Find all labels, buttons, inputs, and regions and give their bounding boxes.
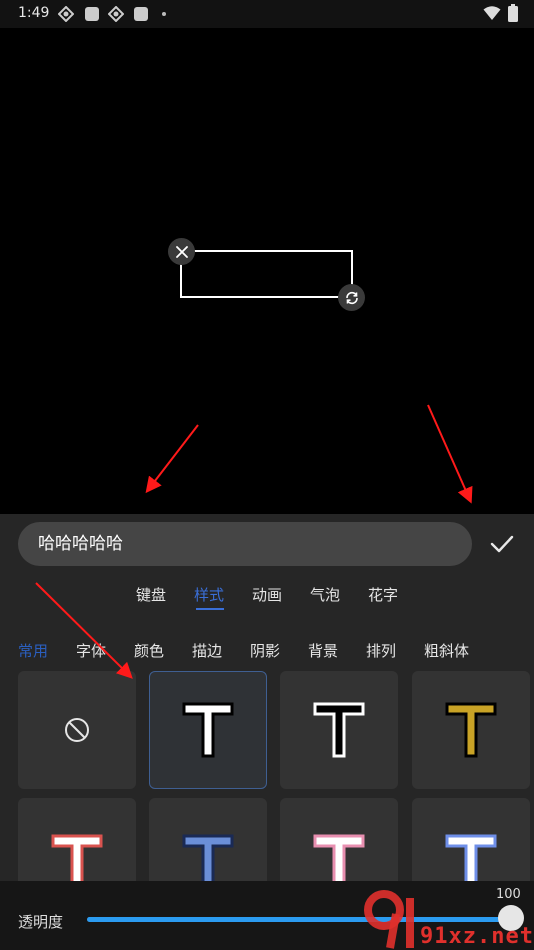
rotate-scale-handle[interactable]	[338, 284, 365, 311]
style-tile-red-outline-t[interactable]	[18, 798, 136, 888]
text-input[interactable]	[18, 522, 472, 566]
app-notification-icon	[58, 6, 74, 22]
style-tile-black-t[interactable]	[280, 671, 398, 789]
subtab-color[interactable]: 颜色	[134, 640, 164, 661]
status-time: 1:49	[18, 5, 50, 21]
style-tile-blue-t[interactable]	[149, 798, 267, 888]
t-style-icon	[182, 702, 234, 758]
app-notification-icon	[134, 7, 148, 21]
confirm-button[interactable]	[486, 528, 518, 560]
app-notification-icon	[108, 6, 124, 22]
t-style-icon	[313, 834, 365, 888]
main-tab-bar: 键盘 样式 动画 气泡 花字	[0, 580, 534, 612]
delete-sticker-button[interactable]	[168, 238, 195, 265]
text-sticker-box[interactable]	[180, 250, 353, 298]
active-tab-indicator	[196, 608, 224, 610]
opacity-slider-fill	[87, 917, 510, 922]
no-style-icon	[65, 718, 89, 742]
opacity-slider[interactable]	[87, 917, 510, 922]
opacity-slider-thumb[interactable]	[498, 905, 524, 931]
style-tile-gold-t[interactable]	[412, 671, 530, 789]
tab-animation[interactable]: 动画	[252, 584, 282, 605]
style-sub-tab-bar: 常用 字体 颜色 描边 阴影 背景 排列 粗斜体	[0, 638, 534, 662]
tab-bubble[interactable]: 气泡	[310, 584, 340, 605]
style-tile-none[interactable]	[18, 671, 136, 789]
opacity-label: 透明度	[18, 913, 64, 931]
subtab-stroke[interactable]: 描边	[192, 640, 222, 661]
style-tile-white-t[interactable]	[149, 671, 267, 789]
t-style-icon	[445, 702, 497, 758]
subtab-font[interactable]: 字体	[76, 640, 106, 661]
battery-icon	[508, 4, 518, 22]
close-icon	[175, 245, 188, 258]
subtab-bold-italic[interactable]: 粗斜体	[424, 640, 469, 661]
checkmark-icon	[490, 535, 514, 553]
status-bar: 1:49	[0, 0, 534, 28]
style-tile-glow-blue-t[interactable]	[412, 798, 530, 888]
rotate-icon	[345, 291, 358, 304]
t-style-icon	[445, 834, 497, 888]
style-tile-pink-outline-t[interactable]	[280, 798, 398, 888]
subtab-common[interactable]: 常用	[18, 640, 48, 661]
t-style-icon	[51, 834, 103, 888]
opacity-value: 100	[496, 887, 521, 902]
tab-style[interactable]: 样式	[194, 584, 224, 605]
tab-keyboard[interactable]: 键盘	[136, 584, 166, 605]
opacity-control: 透明度 100	[0, 881, 534, 950]
tab-fancy-text[interactable]: 花字	[368, 584, 398, 605]
subtab-background[interactable]: 背景	[308, 640, 338, 661]
t-style-icon	[182, 834, 234, 888]
subtab-arrange[interactable]: 排列	[366, 640, 396, 661]
more-notifications-dot	[162, 12, 166, 16]
wifi-icon	[483, 6, 501, 20]
app-notification-icon	[85, 7, 99, 21]
t-style-icon	[313, 702, 365, 758]
subtab-shadow[interactable]: 阴影	[250, 640, 280, 661]
